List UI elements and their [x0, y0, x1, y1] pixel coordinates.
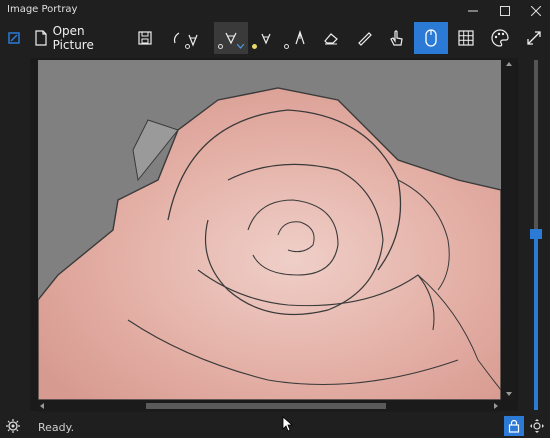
- tool-indicator-dot: [218, 44, 223, 49]
- mouse-cursor-icon: [282, 416, 294, 432]
- grid-icon: [458, 30, 474, 46]
- settings-button[interactable]: [6, 418, 22, 434]
- edit-icon: [8, 32, 20, 44]
- mouse-icon: [425, 29, 437, 47]
- eraser-button[interactable]: [318, 22, 344, 54]
- gear-icon: [6, 419, 20, 433]
- pen-icon: [295, 30, 305, 45]
- zoom-slider-fill: [534, 234, 538, 410]
- status-text: Ready.: [38, 421, 75, 434]
- close-icon: [531, 6, 541, 16]
- scroll-down-icon: [506, 392, 512, 396]
- ruler-icon: [358, 32, 372, 46]
- file-icon: [35, 30, 47, 46]
- open-picture-label: Open Picture: [52, 24, 94, 52]
- touch-mode-button[interactable]: [383, 22, 411, 54]
- lock-button[interactable]: [504, 416, 524, 436]
- close-button[interactable]: [518, 0, 550, 22]
- tool-indicator-dot: [185, 44, 190, 49]
- color-sketch-tool[interactable]: [250, 22, 280, 54]
- scroll-left-icon: [40, 403, 44, 409]
- minimize-icon: [468, 10, 478, 12]
- color-sketch-icon: [261, 33, 271, 45]
- lock-icon: [508, 419, 520, 433]
- fullscreen-button[interactable]: [520, 22, 548, 54]
- recenter-button[interactable]: [528, 417, 546, 435]
- edit-toggle-button[interactable]: [2, 22, 26, 54]
- palette-icon: [491, 29, 509, 47]
- portrait-image[interactable]: [38, 60, 501, 400]
- color-swatch-dot: [252, 44, 257, 49]
- window-title: Image Portray: [7, 4, 78, 15]
- toolbar: Open Picture: [0, 22, 550, 56]
- horizontal-scrollbar[interactable]: [38, 400, 501, 412]
- outline-sketch-tool[interactable]: [214, 22, 248, 54]
- maximize-icon: [500, 6, 510, 16]
- open-picture-button[interactable]: Open Picture: [34, 22, 122, 54]
- chevron-down-icon: [237, 44, 244, 49]
- palette-button[interactable]: [486, 22, 514, 54]
- title-bar: Image Portray: [0, 0, 550, 22]
- status-bar: Ready.: [0, 414, 550, 438]
- move-icon: [530, 419, 544, 433]
- ruler-button[interactable]: [350, 22, 378, 54]
- vertical-scrollbar[interactable]: [503, 60, 515, 400]
- eraser-icon: [324, 33, 338, 45]
- zoom-slider-thumb[interactable]: [530, 229, 542, 239]
- pencil-sketch-tool[interactable]: [166, 22, 208, 54]
- scroll-up-icon: [506, 62, 512, 66]
- hand-icon: [390, 30, 403, 46]
- rose-sketch-image: [38, 60, 501, 400]
- save-icon: [138, 31, 152, 45]
- mouse-mode-button[interactable]: [414, 22, 448, 54]
- grid-button[interactable]: [452, 22, 480, 54]
- scroll-right-icon: [494, 403, 498, 409]
- horizontal-scroll-thumb[interactable]: [146, 403, 386, 409]
- expand-icon: [527, 31, 541, 45]
- tool-indicator-dot: [284, 44, 289, 49]
- save-button[interactable]: [131, 22, 159, 54]
- minimize-button[interactable]: [455, 0, 491, 22]
- pen-tool[interactable]: [282, 22, 314, 54]
